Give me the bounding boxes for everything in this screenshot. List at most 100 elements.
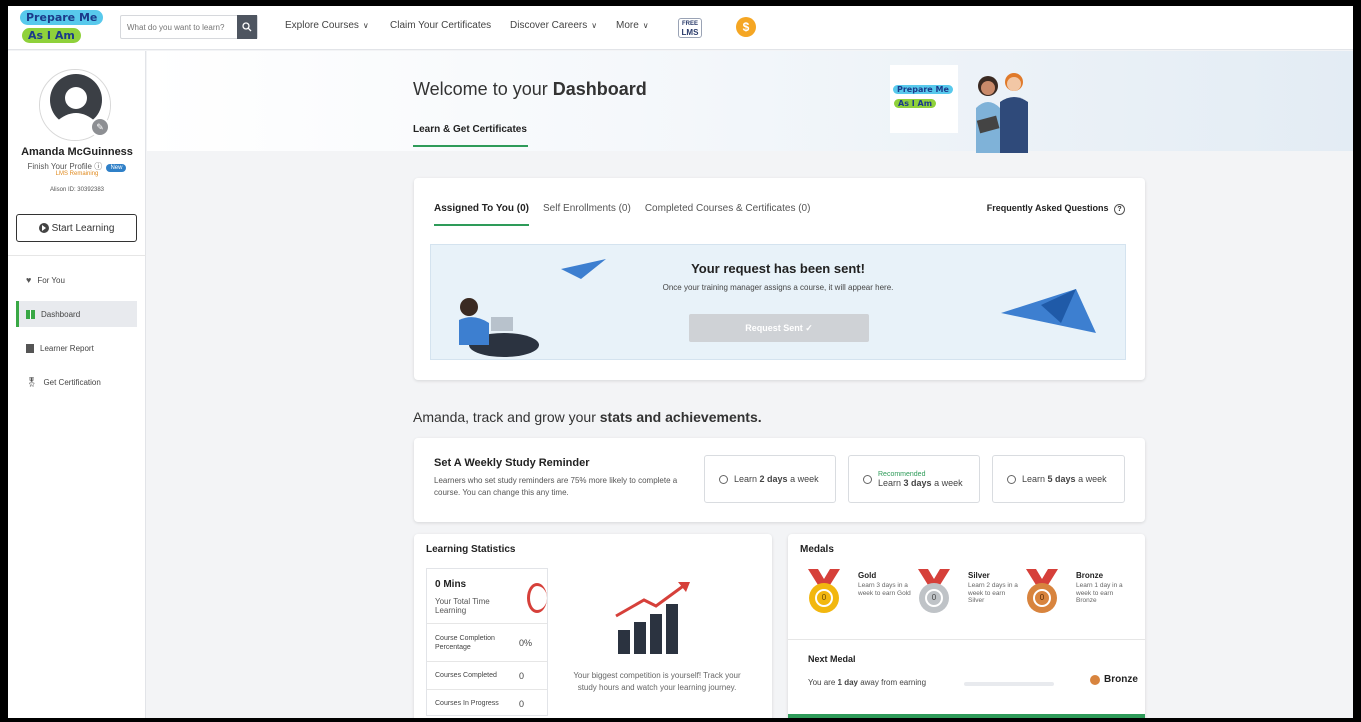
nav-discover-label: Discover Careers	[510, 20, 588, 31]
reminder-option-2-days[interactable]: Learn 2 days a week	[704, 455, 836, 503]
edit-avatar-icon[interactable]: ✎	[90, 117, 110, 137]
stats-table: 0 Mins Your Total Time Learning Course C…	[426, 568, 548, 716]
gold-medal-disc: 0	[809, 583, 839, 613]
reminder-option-3-days[interactable]: Recommended Learn 3 days a week	[848, 455, 980, 503]
logo-line-2: As I Am	[22, 28, 81, 43]
sidebar-item-label: Get Certification	[43, 377, 101, 387]
track-prefix: Amanda, track and grow your	[413, 409, 600, 425]
course-tabs: Assigned To You (0) Self Enrollments (0)…	[434, 203, 810, 226]
search-button[interactable]	[237, 15, 257, 39]
next-medal-name: Bronze	[1104, 674, 1138, 685]
app-frame: Prepare Me As I Am Explore Courses ∨ Cla…	[8, 6, 1353, 718]
dashboard-icon	[26, 309, 35, 319]
stat-row-completed: Courses Completed 0	[427, 661, 547, 689]
alison-id: Alison ID: 30392383	[49, 187, 105, 193]
paper-plane-large-icon	[1001, 289, 1096, 333]
nav-explore-label: Explore Courses	[285, 20, 359, 31]
free-lms-line-2: LMS	[681, 28, 699, 37]
faq-link[interactable]: Frequently Asked Questions ?	[987, 203, 1125, 215]
free-lms-line-1: FREE	[681, 21, 698, 27]
next-medal-badge: Bronze	[1090, 674, 1138, 685]
next-medal-title: Next Medal	[808, 654, 856, 664]
stats-title: Learning Statistics	[426, 544, 516, 555]
start-learning-button[interactable]: Start Learning	[16, 214, 137, 242]
report-icon	[26, 343, 34, 353]
medals-title: Medals	[800, 544, 834, 555]
search-bar	[120, 15, 258, 39]
info-icon: ⓘ	[94, 162, 103, 171]
track-bold: stats and achievements.	[599, 409, 762, 425]
reminder-option-5-days[interactable]: Learn 5 days a week	[992, 455, 1125, 503]
sidebar-item-learner-report[interactable]: Learner Report	[16, 335, 137, 361]
request-title: Your request has been sent!	[691, 261, 865, 276]
search-icon	[242, 22, 252, 32]
faq-label: Frequently Asked Questions	[986, 203, 1109, 213]
free-lms-icon[interactable]: FREE LMS	[678, 18, 702, 38]
nav-more-label: More	[616, 20, 639, 31]
option-prefix: Learn	[734, 474, 760, 484]
user-name: Amanda McGuinness	[21, 146, 133, 158]
hero-banner	[147, 51, 1353, 151]
bronze-medal-disc: 0	[1027, 583, 1057, 613]
chevron-down-icon: ∨	[362, 21, 369, 30]
learning-statistics-card: Learning Statistics 0 Mins Your Total Ti…	[414, 534, 772, 718]
medals-card: Medals 0 Gold Learn 3 days in a week to …	[788, 534, 1145, 718]
coin-icon[interactable]: $	[736, 17, 756, 37]
motivation-text: Your biggest competition is yourself! Tr…	[573, 671, 741, 692]
option-prefix: Learn	[878, 477, 904, 488]
medal-name: Silver	[968, 571, 990, 580]
tab-self-enrollments[interactable]: Self Enrollments (0)	[543, 203, 631, 226]
request-sent-button[interactable]: Request Sent ✓	[689, 314, 869, 342]
nav-explore-courses[interactable]: Explore Courses ∨	[285, 20, 369, 31]
option-suffix: a week	[1075, 474, 1107, 484]
sidebar-item-for-you[interactable]: ♥ For You	[16, 267, 137, 293]
sidebar-divider	[8, 255, 146, 256]
medal-description: Learn 2 days in a week to earn Silver	[968, 582, 1018, 604]
coin-symbol: $	[742, 20, 750, 34]
alarm-clock-icon	[527, 583, 547, 613]
medal-description: Learn 1 day in a week to earn Bronze	[1076, 582, 1123, 604]
medal-count: 0	[925, 589, 943, 607]
certification-icon: 🎖	[26, 376, 38, 387]
next-medal-text: You are 1 day away from earning	[808, 678, 926, 687]
radio-button[interactable]	[1007, 474, 1016, 484]
next-bold: 1 day	[837, 678, 858, 687]
total-time-value: 0 Mins	[435, 579, 467, 590]
growth-chart-icon	[615, 582, 690, 654]
medals-divider	[788, 639, 1145, 640]
hero-logo-line-1: Prepare Me	[893, 85, 953, 94]
sidebar-item-dashboard[interactable]: Dashboard	[16, 301, 137, 327]
nav-more[interactable]: More ∨	[616, 20, 649, 31]
option-prefix: Learn	[1022, 474, 1048, 484]
bronze-medal-small-icon	[1090, 674, 1100, 685]
medal-description: Learn 3 days in a week to earn Gold	[858, 582, 911, 597]
track-heading: Amanda, track and grow your stats and ac…	[413, 409, 762, 425]
tab-learn-certificates[interactable]: Learn & Get Certificates	[413, 124, 528, 147]
brand-logo[interactable]: Prepare Me As I Am	[20, 10, 112, 48]
tab-assigned[interactable]: Assigned To You (0)	[434, 203, 530, 226]
hero-logo: Prepare Me As I Am	[890, 65, 958, 133]
start-learning-label: Start Learning	[51, 222, 115, 234]
sidebar-item-label: Dashboard	[41, 309, 81, 319]
bronze-medal-icon: 0	[1022, 569, 1062, 619]
radio-button[interactable]	[863, 474, 872, 484]
stat-row-in-progress: Courses In Progress 0	[427, 689, 547, 717]
medal-name: Gold	[858, 571, 877, 580]
gold-medal-icon: 0	[804, 569, 844, 619]
option-bold: 5 days	[1047, 474, 1076, 484]
tab-completed[interactable]: Completed Courses & Certificates (0)	[645, 203, 811, 226]
top-navigation-bar: Prepare Me As I Am Explore Courses ∨ Cla…	[8, 6, 1353, 50]
stat-row-completion: Course Completion Percentage 0%	[427, 623, 547, 661]
medal-count: 0	[1033, 589, 1051, 607]
nav-claim-certificates[interactable]: Claim Your Certificates	[390, 20, 491, 31]
silver-medal-disc: 0	[919, 583, 949, 613]
stat-label: Courses In Progress	[435, 700, 499, 707]
play-circle-icon	[38, 223, 49, 233]
search-input[interactable]	[121, 16, 237, 38]
sidebar-item-get-certification[interactable]: 🎖 Get Certification	[16, 369, 137, 395]
hero-logo-line-2: As I Am	[894, 99, 937, 108]
heart-icon: ♥	[26, 275, 32, 285]
reminder-title: Set A Weekly Study Reminder	[434, 457, 590, 469]
radio-button[interactable]	[719, 474, 728, 484]
nav-discover-careers[interactable]: Discover Careers ∨	[510, 20, 597, 31]
